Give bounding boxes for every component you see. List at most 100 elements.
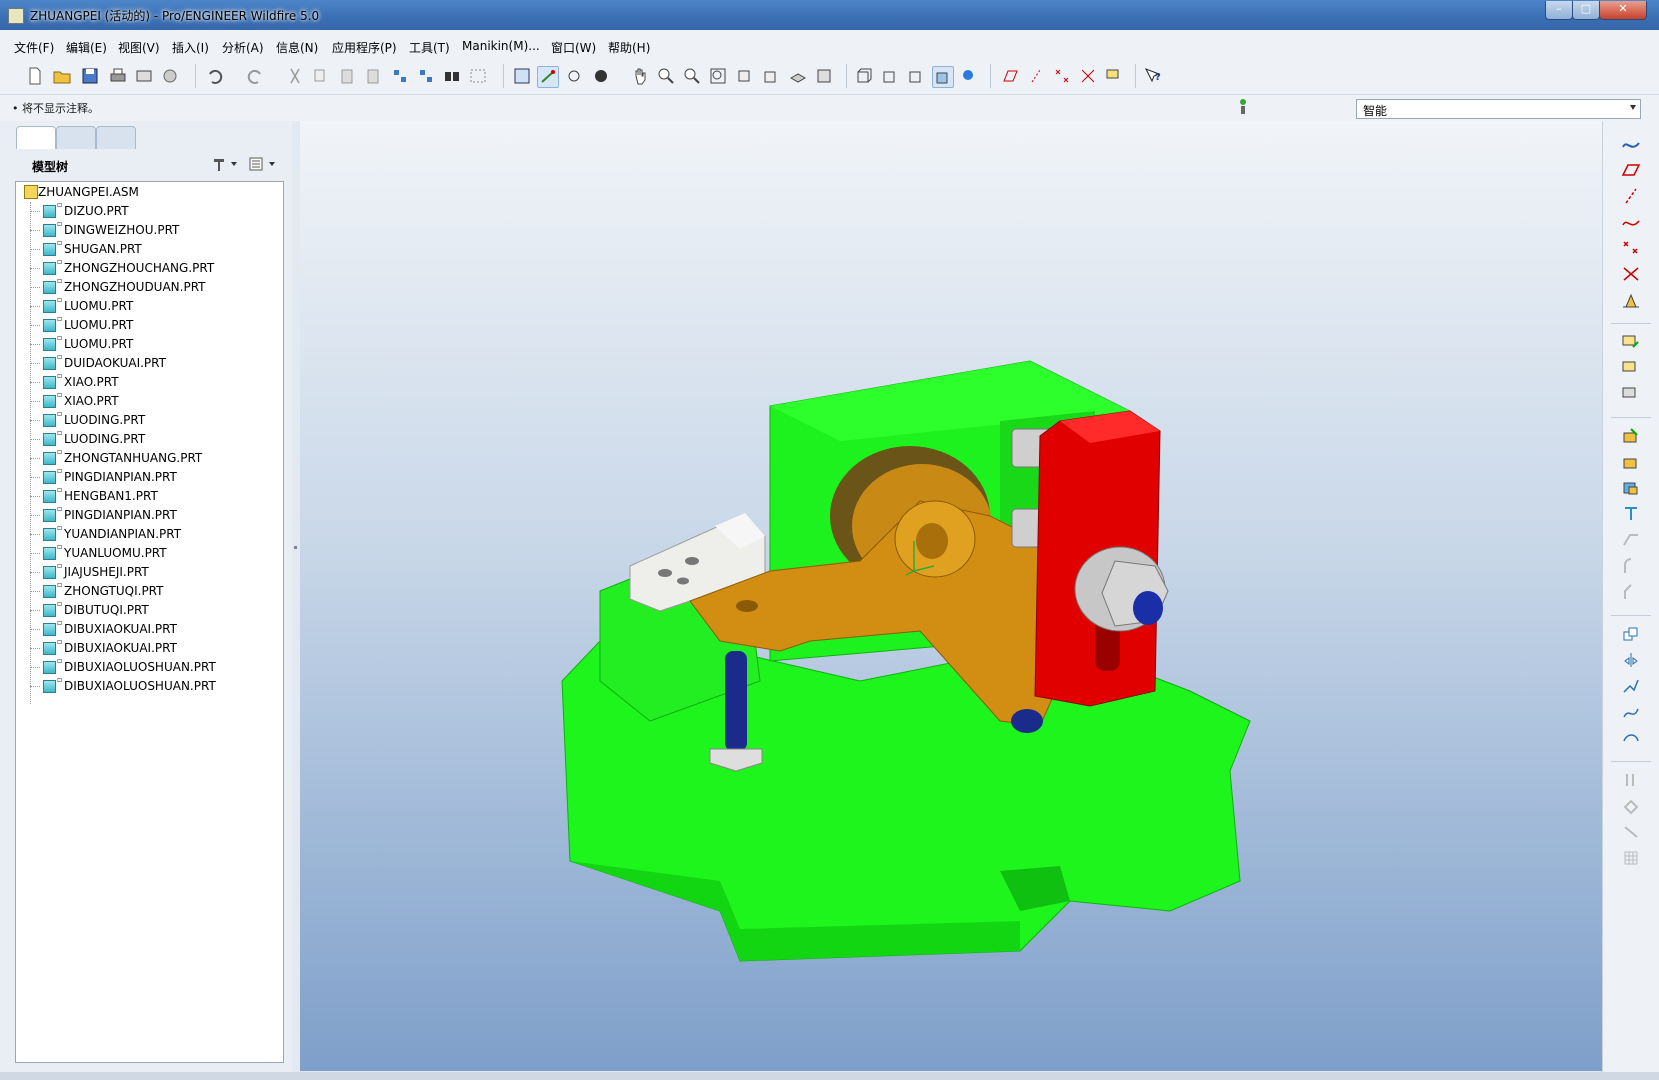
show-options-icon[interactable] [248, 156, 278, 172]
enhanced-realism-icon[interactable] [958, 66, 978, 86]
regenerate-icon[interactable] [390, 66, 410, 86]
shading-icon[interactable] [591, 66, 611, 86]
axis-display-icon[interactable] [1026, 66, 1046, 86]
layers-icon[interactable] [788, 66, 808, 86]
csys-display-icon[interactable] [1078, 66, 1098, 86]
saved-views-icon[interactable] [761, 66, 781, 86]
placement-icon: ▫ [57, 276, 63, 285]
cut-icon[interactable] [285, 66, 305, 86]
datum-curve-icon[interactable] [1621, 213, 1641, 231]
round-tool-icon[interactable] [1621, 557, 1641, 575]
print-icon[interactable] [108, 66, 128, 86]
extend-icon[interactable] [1621, 729, 1641, 747]
cut-tool-icon[interactable] [1621, 479, 1641, 497]
assemble-component-icon[interactable] [1621, 333, 1641, 351]
panel-splitter[interactable] [292, 121, 300, 1072]
hole-tool-icon[interactable] [1621, 427, 1641, 445]
thicken-icon[interactable] [1621, 823, 1641, 841]
menu-analysis[interactable]: 分析(A) [222, 39, 264, 56]
slot-tool-icon[interactable] [1621, 453, 1641, 471]
spin-center-icon[interactable] [564, 66, 584, 86]
settings-icon[interactable] [212, 156, 240, 172]
graphics-window[interactable] [300, 121, 1602, 1071]
menu-info[interactable]: 信息(N) [276, 39, 318, 56]
shaded-icon[interactable] [932, 66, 954, 88]
sketch-icon[interactable] [512, 66, 532, 86]
maximize-button[interactable]: □ [1572, 1, 1600, 20]
mirror-icon[interactable] [1621, 651, 1641, 669]
selection-filter-dropdown[interactable]: 智能 [1356, 99, 1641, 119]
datum-plane-icon[interactable] [1621, 161, 1641, 179]
analysis-feature-icon[interactable] [1621, 291, 1641, 309]
locator-hole [658, 569, 672, 577]
menu-file[interactable]: 文件(F) [14, 39, 54, 56]
undo-icon[interactable] [205, 66, 225, 86]
refit-icon[interactable] [708, 66, 728, 86]
wireframe-icon[interactable] [854, 66, 874, 86]
menu-edit[interactable]: 编辑(E) [66, 39, 107, 56]
menu-applications[interactable]: 应用程序(P) [332, 39, 397, 56]
context-help-icon[interactable]: ? [1143, 66, 1163, 86]
hidden-line-icon[interactable] [880, 66, 900, 86]
paste-special-icon[interactable] [363, 66, 383, 86]
minimize-button[interactable]: – [1545, 1, 1573, 20]
shaft-tool-icon[interactable] [1621, 505, 1641, 523]
find-icon[interactable] [442, 66, 462, 86]
part-icon [43, 433, 56, 446]
tab-folder-browser[interactable] [56, 126, 96, 149]
email-icon[interactable] [134, 66, 154, 86]
flange-tool-icon[interactable] [1621, 531, 1641, 549]
csys-icon[interactable] [1621, 265, 1641, 283]
menu-insert[interactable]: 插入(I) [172, 39, 209, 56]
merge-icon[interactable] [1621, 677, 1641, 695]
view-manager-icon[interactable] [814, 66, 834, 86]
sketch-tool-icon[interactable] [1621, 135, 1641, 153]
menu-tools[interactable]: 工具(T) [409, 39, 450, 56]
tree-item-label: DIBUTUQI.PRT [64, 603, 149, 617]
trim-icon[interactable] [1621, 703, 1641, 721]
tab-favorites[interactable] [96, 126, 136, 149]
message-text: • 将不显示注释。 [12, 102, 99, 115]
pattern-icon[interactable] [1621, 771, 1641, 789]
model-tree[interactable]: ZHUANGPEI.ASM ▫ DIZUO.PRT ▫ DINGWEIZHOU.PRT ▫… [15, 181, 284, 1063]
zoom-in-icon[interactable] [656, 66, 676, 86]
copy-feature-icon[interactable] [1621, 625, 1641, 643]
send-icon[interactable] [160, 66, 180, 86]
pan-hand-icon[interactable] [630, 66, 650, 86]
save-icon[interactable] [80, 66, 100, 86]
chamfer-tool-icon[interactable] [1621, 583, 1641, 601]
redo-icon[interactable] [245, 66, 265, 86]
tree-item-label: LUODING.PRT [64, 432, 146, 446]
new-file-icon[interactable] [25, 66, 45, 86]
package-component-icon[interactable] [1621, 385, 1641, 403]
reorient-icon[interactable] [734, 66, 754, 86]
tree-item-label: DIBUXIAOLUOSHUAN.PRT [64, 660, 216, 674]
menu-help[interactable]: 帮助(H) [608, 39, 650, 56]
tab-model-tree[interactable] [16, 126, 56, 149]
open-folder-icon[interactable] [52, 66, 72, 86]
point-display-icon[interactable] [1052, 66, 1072, 86]
offset-icon[interactable] [1621, 797, 1641, 815]
menu-window[interactable]: 窗口(W) [551, 39, 596, 56]
assembly-model[interactable] [300, 121, 1602, 1071]
copy-icon[interactable] [311, 66, 331, 86]
datum-axis-icon[interactable] [1621, 187, 1641, 205]
menu-manikin[interactable]: Manikin(M)... [462, 39, 540, 53]
datum-point-icon[interactable] [1621, 239, 1641, 257]
plane-display-icon[interactable] [1000, 66, 1020, 86]
paste-icon[interactable] [337, 66, 357, 86]
grid-icon[interactable] [1621, 849, 1641, 867]
menu-view[interactable]: 视图(V) [118, 39, 160, 56]
datum-display-icon[interactable] [537, 66, 559, 88]
app-icon[interactable] [8, 8, 24, 24]
close-button[interactable]: ✕ [1599, 1, 1647, 20]
placement-icon: ▫ [57, 295, 63, 304]
annotation-display-icon[interactable] [1104, 66, 1124, 86]
create-component-icon[interactable] [1621, 359, 1641, 377]
select-box-icon[interactable] [468, 66, 488, 86]
zoom-out-icon[interactable] [682, 66, 702, 86]
no-hidden-icon[interactable] [906, 66, 926, 86]
toolbar-separator [1611, 615, 1651, 616]
tree-guide [30, 287, 40, 288]
regen-manager-icon[interactable] [416, 66, 436, 86]
